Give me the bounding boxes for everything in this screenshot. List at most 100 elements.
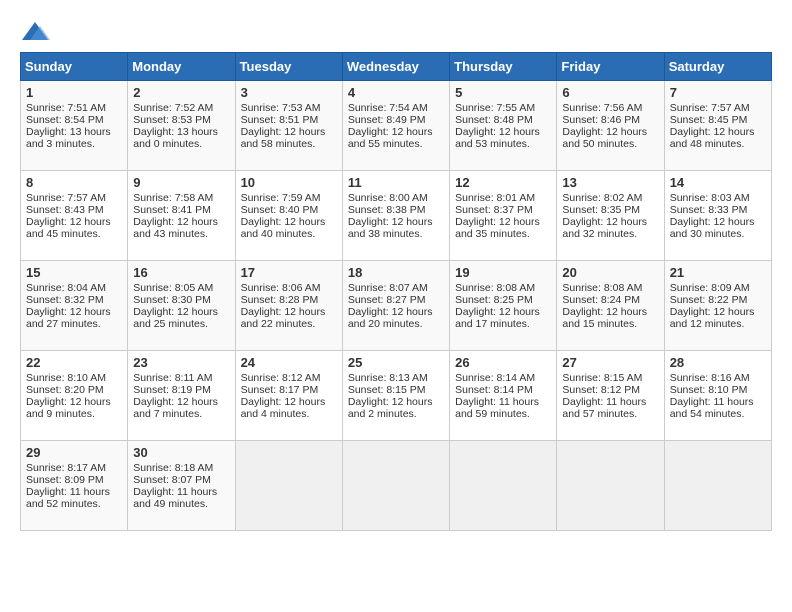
day-number: 7: [670, 85, 766, 100]
day-number: 17: [241, 265, 337, 280]
calendar-week-row-2: 8Sunrise: 7:57 AMSunset: 8:43 PMDaylight…: [21, 171, 772, 261]
calendar-cell-24: 24Sunrise: 8:12 AMSunset: 8:17 PMDayligh…: [235, 351, 342, 441]
day-info-line: Sunset: 8:15 PM: [348, 384, 444, 396]
day-number: 8: [26, 175, 122, 190]
day-number: 1: [26, 85, 122, 100]
day-number: 27: [562, 355, 658, 370]
day-number: 9: [133, 175, 229, 190]
weekday-header-wednesday: Wednesday: [342, 53, 449, 81]
day-info-line: Daylight: 11 hours: [670, 396, 766, 408]
day-info-line: Sunset: 8:54 PM: [26, 114, 122, 126]
day-info-line: and 2 minutes.: [348, 408, 444, 420]
day-info-line: and 30 minutes.: [670, 228, 766, 240]
day-info-line: and 50 minutes.: [562, 138, 658, 150]
day-info-line: Sunrise: 8:07 AM: [348, 282, 444, 294]
day-info-line: Daylight: 12 hours: [670, 306, 766, 318]
day-info-line: Daylight: 12 hours: [455, 306, 551, 318]
day-info-line: Sunrise: 8:01 AM: [455, 192, 551, 204]
calendar-cell-23: 23Sunrise: 8:11 AMSunset: 8:19 PMDayligh…: [128, 351, 235, 441]
day-info-line: Sunset: 8:20 PM: [26, 384, 122, 396]
calendar-week-row-4: 22Sunrise: 8:10 AMSunset: 8:20 PMDayligh…: [21, 351, 772, 441]
day-info-line: Sunset: 8:48 PM: [455, 114, 551, 126]
day-info-line: Sunrise: 8:00 AM: [348, 192, 444, 204]
day-info-line: Sunset: 8:35 PM: [562, 204, 658, 216]
day-info-line: Sunrise: 7:55 AM: [455, 102, 551, 114]
day-info-line: Sunset: 8:14 PM: [455, 384, 551, 396]
calendar-cell-6: 6Sunrise: 7:56 AMSunset: 8:46 PMDaylight…: [557, 81, 664, 171]
day-number: 21: [670, 265, 766, 280]
day-info-line: Sunset: 8:30 PM: [133, 294, 229, 306]
day-info-line: Sunrise: 8:18 AM: [133, 462, 229, 474]
day-info-line: Daylight: 11 hours: [562, 396, 658, 408]
day-info-line: and 43 minutes.: [133, 228, 229, 240]
logo: [20, 20, 54, 44]
day-info-line: Sunrise: 7:51 AM: [26, 102, 122, 114]
calendar-week-row-3: 15Sunrise: 8:04 AMSunset: 8:32 PMDayligh…: [21, 261, 772, 351]
day-info-line: Sunset: 8:37 PM: [455, 204, 551, 216]
day-info-line: Daylight: 12 hours: [562, 306, 658, 318]
day-info-line: and 35 minutes.: [455, 228, 551, 240]
weekday-header-friday: Friday: [557, 53, 664, 81]
calendar-cell-empty: [450, 441, 557, 531]
day-info-line: Daylight: 11 hours: [26, 486, 122, 498]
day-info-line: and 55 minutes.: [348, 138, 444, 150]
day-info-line: Sunset: 8:53 PM: [133, 114, 229, 126]
calendar-cell-empty: [342, 441, 449, 531]
day-info-line: and 12 minutes.: [670, 318, 766, 330]
day-number: 14: [670, 175, 766, 190]
day-info-line: and 15 minutes.: [562, 318, 658, 330]
day-info-line: Sunset: 8:45 PM: [670, 114, 766, 126]
weekday-header-row: SundayMondayTuesdayWednesdayThursdayFrid…: [21, 53, 772, 81]
day-info-line: Sunset: 8:07 PM: [133, 474, 229, 486]
weekday-header-saturday: Saturday: [664, 53, 771, 81]
day-info-line: Sunrise: 8:13 AM: [348, 372, 444, 384]
calendar-cell-27: 27Sunrise: 8:15 AMSunset: 8:12 PMDayligh…: [557, 351, 664, 441]
day-number: 11: [348, 175, 444, 190]
day-number: 22: [26, 355, 122, 370]
day-info-line: Sunrise: 8:17 AM: [26, 462, 122, 474]
day-info-line: and 40 minutes.: [241, 228, 337, 240]
calendar-body: 1 Sunrise: 7:51 AMSunset: 8:54 PM Daylight…: [21, 81, 772, 531]
calendar-cell-1: 1Sunrise: 7:51 AMSunset: 8:54 PMDaylight…: [21, 81, 128, 171]
day-info-line: and 57 minutes.: [562, 408, 658, 420]
day-info-line: Sunrise: 8:15 AM: [562, 372, 658, 384]
day-info-line: Daylight: 12 hours: [133, 216, 229, 228]
day-info-line: Sunset: 8:24 PM: [562, 294, 658, 306]
day-info-line: and 7 minutes.: [133, 408, 229, 420]
day-number: 4: [348, 85, 444, 100]
day-info-line: Sunrise: 8:08 AM: [455, 282, 551, 294]
day-info-line: Daylight: 12 hours: [348, 216, 444, 228]
day-info-line: and 54 minutes.: [670, 408, 766, 420]
day-info-line: Sunrise: 7:58 AM: [133, 192, 229, 204]
day-info-line: Daylight: 11 hours: [133, 486, 229, 498]
day-info-line: Daylight: 11 hours: [455, 396, 551, 408]
day-info-line: and 17 minutes.: [455, 318, 551, 330]
day-info-line: and 3 minutes.: [26, 138, 122, 150]
day-info-line: Sunrise: 8:08 AM: [562, 282, 658, 294]
day-info-line: Daylight: 12 hours: [241, 306, 337, 318]
day-info-line: Sunset: 8:27 PM: [348, 294, 444, 306]
day-info-line: Sunset: 8:09 PM: [26, 474, 122, 486]
day-info-line: Daylight: 12 hours: [241, 126, 337, 138]
day-number: 25: [348, 355, 444, 370]
day-number: 5: [455, 85, 551, 100]
day-info-line: Sunrise: 8:11 AM: [133, 372, 229, 384]
day-number: 24: [241, 355, 337, 370]
day-number: 23: [133, 355, 229, 370]
day-info-line: and 53 minutes.: [455, 138, 551, 150]
day-info-line: and 9 minutes.: [26, 408, 122, 420]
calendar-cell-22: 22Sunrise: 8:10 AMSunset: 8:20 PMDayligh…: [21, 351, 128, 441]
day-info-line: and 45 minutes.: [26, 228, 122, 240]
day-info-line: Sunset: 8:46 PM: [562, 114, 658, 126]
calendar-cell-8: 8Sunrise: 7:57 AMSunset: 8:43 PMDaylight…: [21, 171, 128, 261]
day-number: 30: [133, 445, 229, 460]
day-info-line: and 32 minutes.: [562, 228, 658, 240]
calendar-cell-empty: [235, 441, 342, 531]
calendar-table: SundayMondayTuesdayWednesdayThursdayFrid…: [20, 52, 772, 531]
day-info-line: and 58 minutes.: [241, 138, 337, 150]
day-info-line: Sunrise: 8:16 AM: [670, 372, 766, 384]
day-number: 6: [562, 85, 658, 100]
day-info-line: Daylight: 12 hours: [133, 396, 229, 408]
day-info-line: Daylight: 12 hours: [26, 396, 122, 408]
day-info-line: Daylight: 12 hours: [455, 126, 551, 138]
